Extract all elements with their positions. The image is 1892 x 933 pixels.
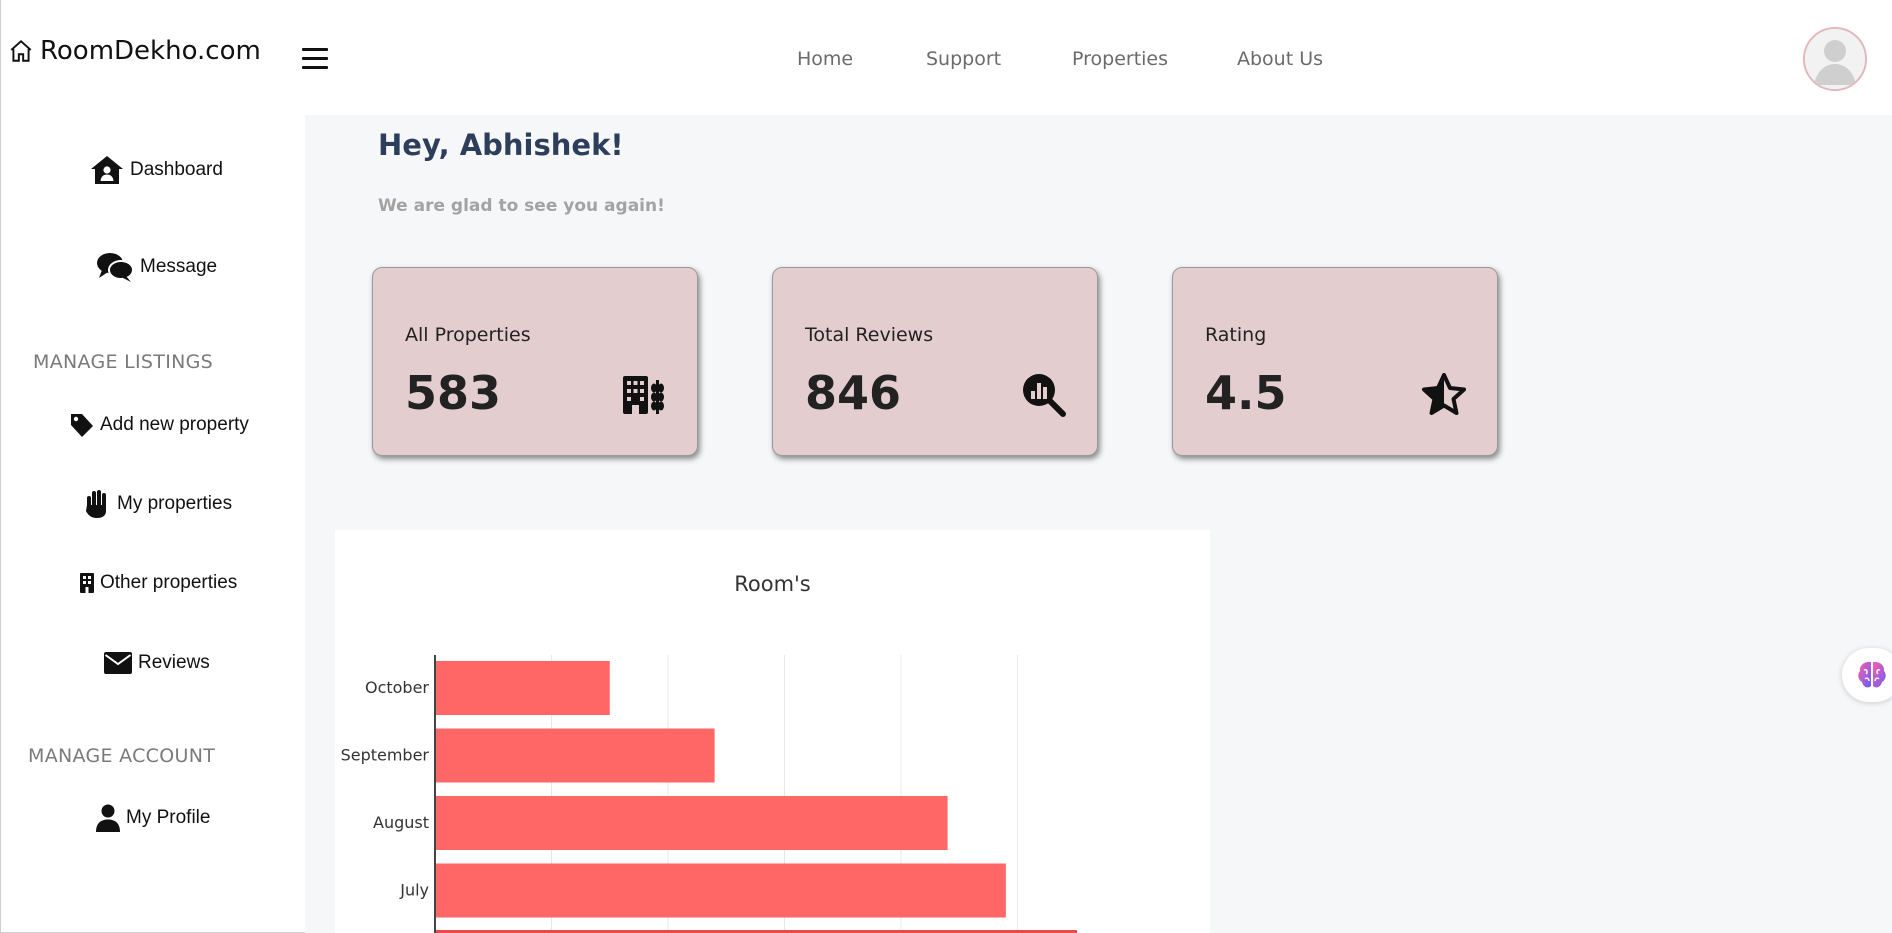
section-heading-manage-account: MANAGE ACCOUNT	[28, 745, 216, 767]
chart-bar[interactable]	[435, 863, 1006, 918]
buildings-icon	[623, 376, 664, 414]
stat-card-all-properties[interactable]: All Properties 583	[372, 267, 698, 456]
sidebar-item-add-property[interactable]: Add new property	[70, 412, 249, 438]
sidebar-item-dashboard[interactable]: Dashboard	[90, 155, 223, 185]
house-user-icon	[91, 156, 123, 184]
user-silhouette-icon	[1805, 29, 1865, 89]
sidebar-item-label: Reviews	[138, 652, 210, 673]
greeting-title: Hey, Abhishek!	[378, 128, 624, 162]
search-chart-icon	[1023, 374, 1066, 417]
sidebar-item-label: Other properties	[100, 572, 238, 593]
rooms-chart: October September August July Room's	[335, 530, 1210, 933]
top-nav: Home Support Properties About Us	[0, 48, 1892, 70]
chart-category-label: September	[341, 746, 430, 765]
sidebar-item-label: Message	[140, 256, 218, 277]
stat-card-rating[interactable]: Rating 4.5	[1172, 267, 1498, 456]
stat-card-value: 583	[405, 366, 502, 420]
chart-title: Room's	[734, 572, 811, 596]
stat-card-label: All Properties	[405, 324, 531, 346]
section-heading-manage-listings: MANAGE LISTINGS	[33, 351, 213, 373]
nav-support-link[interactable]: Support	[926, 48, 1001, 70]
nav-about-link[interactable]: About Us	[1237, 48, 1323, 70]
comments-icon	[97, 253, 134, 282]
hand-icon	[86, 490, 106, 518]
sidebar-item-my-properties[interactable]: My properties	[83, 489, 232, 519]
user-avatar[interactable]	[1803, 27, 1867, 91]
brain-icon	[1858, 661, 1886, 688]
assistant-button[interactable]	[1842, 648, 1892, 702]
sidebar-item-label: Add new property	[100, 414, 249, 435]
stat-card-value: 846	[805, 366, 902, 420]
sidebar-item-reviews[interactable]: Reviews	[104, 652, 210, 674]
sidebar-item-message[interactable]: Message	[96, 252, 217, 282]
chart-category-label: August	[373, 813, 429, 832]
stat-card-label: Total Reviews	[805, 324, 934, 346]
greeting-subtitle: We are glad to see you again!	[378, 196, 665, 216]
stat-card-total-reviews[interactable]: Total Reviews 846	[772, 267, 1098, 456]
chart-category-label: July	[399, 881, 429, 900]
nav-home-link[interactable]: Home	[797, 48, 853, 70]
user-icon	[96, 804, 120, 832]
chart-category-label: October	[365, 678, 429, 697]
chart-bar[interactable]	[435, 796, 948, 850]
sidebar-item-other-properties[interactable]: Other properties	[80, 572, 237, 594]
tag-icon	[71, 414, 93, 437]
nav-properties-link[interactable]: Properties	[1072, 48, 1168, 70]
chart-bar[interactable]	[435, 728, 715, 783]
sidebar-item-label: My Profile	[126, 807, 211, 828]
sidebar-item-label: Dashboard	[130, 159, 223, 180]
sidebar-item-my-profile[interactable]: My Profile	[96, 804, 210, 832]
building-icon	[80, 573, 94, 593]
chart-bar[interactable]	[435, 661, 610, 715]
star-icon	[1422, 373, 1466, 415]
envelope-icon	[104, 652, 132, 674]
stat-card-value: 4.5	[1205, 366, 1287, 420]
stat-card-label: Rating	[1205, 324, 1267, 346]
sidebar-item-label: My properties	[117, 493, 233, 514]
